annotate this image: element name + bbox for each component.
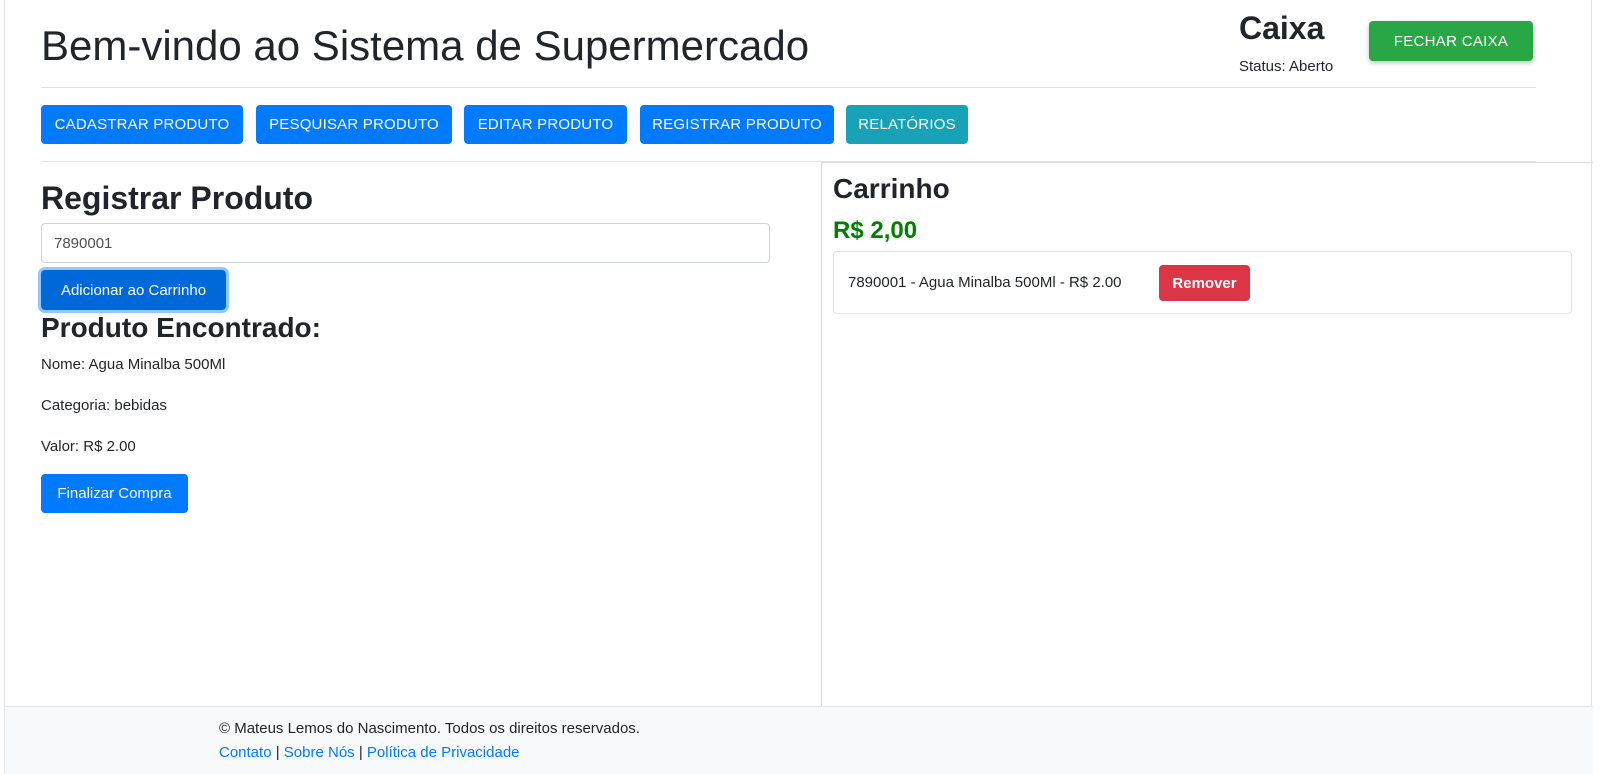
cart-item: 7890001 - Agua Minalba 500Ml - R$ 2.00 R…	[833, 251, 1572, 314]
nav-pesquisar-produto-button[interactable]: PESQUISAR PRODUTO	[256, 105, 452, 144]
footer-links: Contato | Sobre Nós | Política de Privac…	[219, 744, 520, 761]
main-nav: CADASTRAR PRODUTO PESQUISAR PRODUTO EDIT…	[41, 105, 1536, 162]
product-name: Nome: Agua Minalba 500Ml	[41, 356, 226, 373]
cart-item-text: 7890001 - Agua Minalba 500Ml - R$ 2.00	[848, 274, 1122, 291]
contact-link[interactable]: Contato	[219, 744, 272, 761]
cart-title: Carrinho	[833, 173, 950, 204]
copyright-text: © Mateus Lemos do Nascimento. Todos os d…	[219, 720, 640, 737]
nav-cadastrar-produto-button[interactable]: CADASTRAR PRODUTO	[41, 105, 243, 144]
page-title: Bem-vindo ao Sistema de Supermercado	[41, 22, 810, 69]
finish-purchase-button[interactable]: Finalizar Compra	[41, 474, 188, 513]
product-value: Valor: R$ 2.00	[41, 438, 136, 455]
nav-registrar-produto-button[interactable]: REGISTRAR PRODUTO	[640, 105, 834, 144]
product-code-input[interactable]	[41, 223, 770, 263]
nav-relatorios-button[interactable]: RELATÓRIOS	[846, 105, 968, 144]
caixa-status: Status: Aberto	[1239, 58, 1334, 75]
page-frame: Bem-vindo ao Sistema de Supermercado Cai…	[4, 0, 1593, 774]
header: Bem-vindo ao Sistema de Supermercado Cai…	[41, 0, 1536, 88]
cart-total: R$ 2,00	[833, 217, 918, 244]
found-product-title: Produto Encontrado:	[41, 312, 321, 343]
about-link[interactable]: Sobre Nós	[284, 744, 355, 761]
privacy-policy-link[interactable]: Política de Privacidade	[367, 744, 520, 761]
remove-item-button[interactable]: Remover	[1159, 265, 1250, 301]
footer: © Mateus Lemos do Nascimento. Todos os d…	[5, 706, 1593, 774]
close-register-button[interactable]: FECHAR CAIXA	[1369, 21, 1533, 61]
add-to-cart-button[interactable]: Adicionar ao Carrinho	[41, 270, 226, 310]
caixa-title: Caixa	[1239, 10, 1325, 46]
link-separator: |	[275, 744, 280, 761]
nav-editar-produto-button[interactable]: EDITAR PRODUTO	[464, 105, 627, 144]
register-title: Registrar Produto	[41, 180, 314, 216]
cart-panel: Carrinho R$ 2,00 7890001 - Agua Minalba …	[821, 162, 1593, 706]
product-category: Categoria: bebidas	[41, 397, 167, 414]
link-separator: |	[358, 744, 363, 761]
